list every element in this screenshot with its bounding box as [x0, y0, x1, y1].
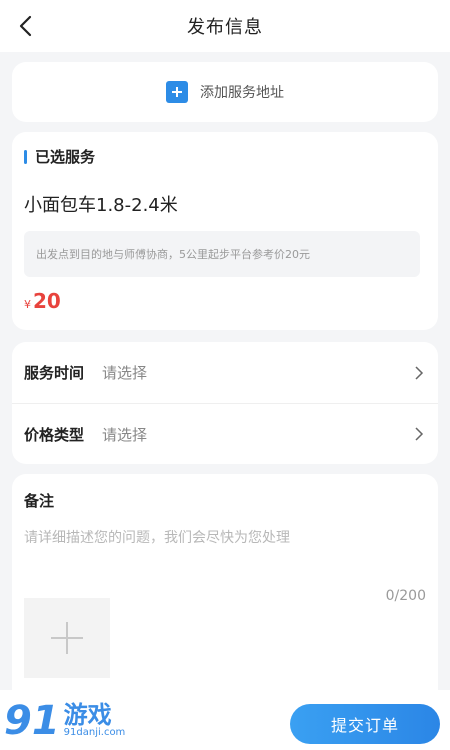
- price-value: 20: [33, 289, 61, 313]
- watermark: 91 游戏 91danji.com: [4, 694, 125, 748]
- service-time-value: 请选择: [102, 364, 148, 382]
- plus-icon: [51, 622, 83, 654]
- add-photo-button[interactable]: [24, 598, 110, 678]
- service-description-box: 出发点到目的地与师傅协商，5公里起步平台参考价20元: [24, 231, 420, 277]
- chevron-right-icon: [412, 427, 426, 441]
- price-type-value: 请选择: [102, 425, 148, 444]
- price: ¥ 20: [24, 289, 426, 313]
- watermark-text: 游戏 91danji.com: [64, 703, 126, 739]
- watermark-name: 游戏: [63, 701, 112, 729]
- chevron-right-icon: [412, 365, 426, 380]
- selected-service-card: 已选服务 小面包车1.8-2.4米 出发点到目的地与师傅协商，5公里起步平台参考…: [12, 132, 438, 330]
- service-time-selector[interactable]: 服务时间 请选择: [12, 342, 438, 403]
- price-type-selector[interactable]: 价格类型 请选择: [12, 403, 438, 464]
- back-button[interactable]: [10, 10, 42, 42]
- notes-card: 备注 0/200: [12, 474, 438, 704]
- chevron-left-icon: [19, 15, 32, 37]
- price-type-label: 价格类型: [24, 425, 85, 444]
- notes-title: 备注: [24, 492, 55, 510]
- add-address-label: 添加服务地址: [200, 85, 284, 101]
- selected-service-header: 已选服务: [24, 146, 426, 167]
- service-name: 小面包车1.8-2.4米: [24, 195, 178, 216]
- publish-info-screen: 发布信息 添加服务地址 已选服务 小面包车1.8-2.4米 出发点到目的地与师傅…: [0, 0, 450, 750]
- service-time-label: 服务时间: [24, 364, 85, 382]
- service-description: 出发点到目的地与师傅协商，5公里起步平台参考价20元: [36, 248, 310, 261]
- watermark-logo: 91: [4, 698, 60, 744]
- section-accent-bar: [24, 149, 27, 164]
- service-options-card: 服务时间 请选择 价格类型 请选择: [12, 342, 438, 464]
- add-address-button[interactable]: 添加服务地址: [12, 62, 438, 122]
- plus-icon: [166, 81, 188, 103]
- header-bar: 发布信息: [0, 0, 450, 52]
- price-currency-symbol: ¥: [24, 298, 31, 311]
- notes-input[interactable]: [24, 527, 420, 567]
- selected-service-title: 已选服务: [35, 148, 96, 166]
- character-counter: 0/200: [385, 588, 426, 604]
- page-title: 发布信息: [187, 17, 263, 38]
- watermark-url: 91danji.com: [63, 727, 126, 738]
- submit-order-button[interactable]: 提交订单: [290, 704, 440, 744]
